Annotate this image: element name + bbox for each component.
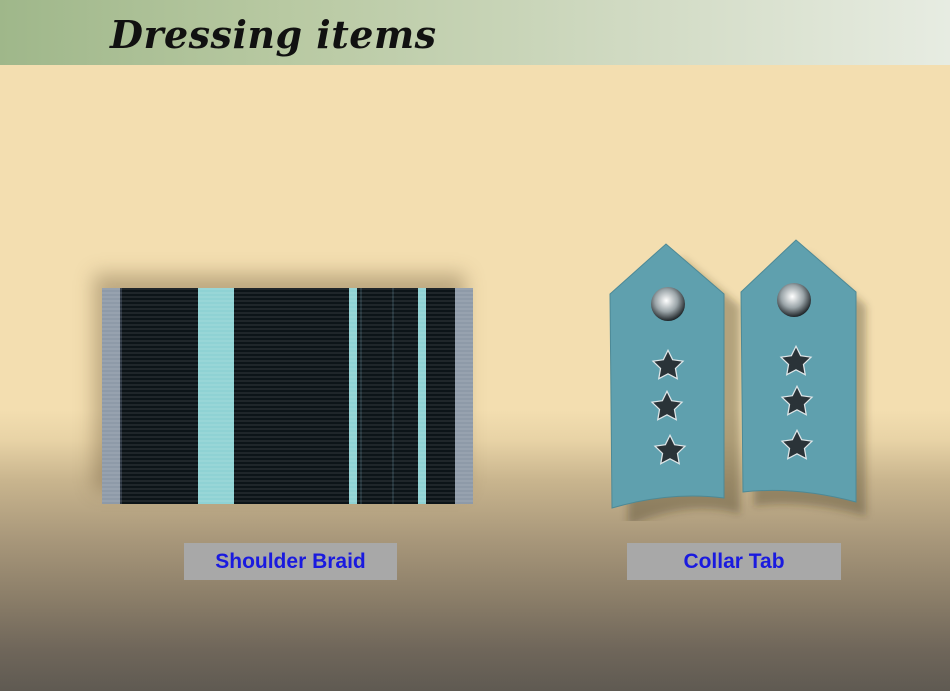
collar-tab-image	[600, 236, 875, 526]
shoulder-braid-caption: Shoulder Braid	[184, 543, 397, 580]
shoulder-braid-image	[102, 288, 473, 504]
collar-tab-caption: Collar Tab	[627, 543, 841, 580]
title-bar: Dressing items	[0, 0, 950, 65]
slide-title: Dressing items	[110, 12, 437, 57]
